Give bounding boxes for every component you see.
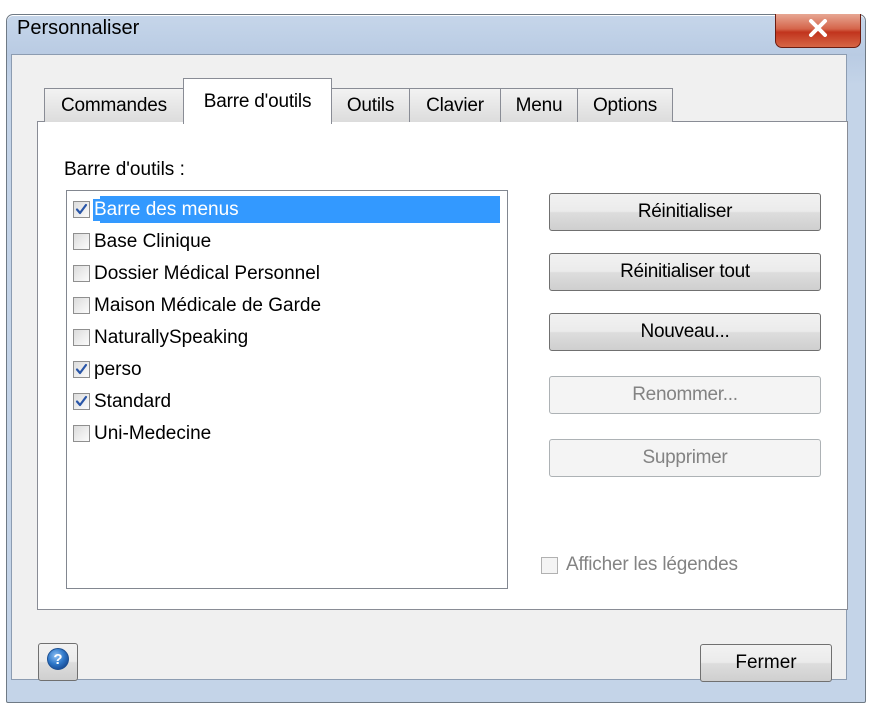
rename-button-label: Renommer... xyxy=(632,384,738,405)
help-icon: ? xyxy=(46,647,70,677)
checkbox-unchecked[interactable] xyxy=(73,425,90,442)
list-item[interactable]: perso xyxy=(73,355,144,384)
reset-all-button[interactable]: Réinitialiser tout xyxy=(549,253,821,291)
checkbox-checked[interactable] xyxy=(73,361,90,378)
reset-all-button-label: Réinitialiser tout xyxy=(620,261,750,282)
list-item[interactable]: Maison Médicale de Garde xyxy=(73,291,323,320)
list-item[interactable]: Base Clinique xyxy=(73,227,213,256)
tab-commandes[interactable]: Commandes xyxy=(44,88,184,122)
show-captions-label: Afficher les légendes xyxy=(566,554,738,575)
list-item-label: Base Clinique xyxy=(94,230,212,252)
svg-text:?: ? xyxy=(53,651,62,668)
delete-button-label: Supprimer xyxy=(642,447,728,468)
list-item[interactable]: Standard xyxy=(73,387,173,416)
checkbox-checked[interactable] xyxy=(73,393,90,410)
tab-label: Commandes xyxy=(61,94,167,116)
show-captions-checkbox[interactable]: Afficher les légendes xyxy=(541,553,738,577)
new-toolbar-button[interactable]: Nouveau... xyxy=(549,313,821,351)
checkbox-unchecked[interactable] xyxy=(73,265,90,282)
tab-label: Clavier xyxy=(426,94,484,116)
toolbars-label: Barre d'outils : xyxy=(64,159,185,180)
tab-label: Outils xyxy=(346,94,395,116)
checkbox-box[interactable] xyxy=(541,556,558,574)
checkbox-checked[interactable] xyxy=(73,201,90,218)
list-item-label: Maison Médicale de Garde xyxy=(94,294,322,316)
list-item-label: Standard xyxy=(94,390,172,412)
delete-button[interactable]: Supprimer xyxy=(549,439,821,477)
help-button[interactable]: ? xyxy=(38,643,78,681)
list-item[interactable]: NaturallySpeaking xyxy=(73,323,250,352)
reset-button-label: Réinitialiser xyxy=(637,201,733,222)
tab-label: Barre d'outils xyxy=(203,91,312,112)
list-item-label: Uni-Medecine xyxy=(94,422,212,444)
checkbox-unchecked[interactable] xyxy=(73,329,90,346)
reset-button[interactable]: Réinitialiser xyxy=(549,193,821,231)
new-toolbar-button-label: Nouveau... xyxy=(640,321,730,342)
close-dialog-button-label: Fermer xyxy=(735,652,797,673)
tab-options[interactable]: Options xyxy=(577,88,673,122)
list-item-label: perso xyxy=(94,358,142,380)
list-item[interactable]: Uni-Medecine xyxy=(73,419,213,448)
tab-label: Menu xyxy=(515,94,563,116)
checkbox-unchecked[interactable] xyxy=(73,233,90,250)
list-item-label: Barre des menus xyxy=(93,198,241,221)
tab-menu[interactable]: Menu xyxy=(500,88,578,122)
list-item[interactable]: Dossier Médical Personnel xyxy=(73,259,322,288)
list-item-label: NaturallySpeaking xyxy=(94,326,249,348)
rename-button[interactable]: Renommer... xyxy=(549,376,821,414)
list-item[interactable]: Barre des menus xyxy=(73,195,241,224)
list-item-label: Dossier Médical Personnel xyxy=(94,262,320,284)
window-title: Personnaliser xyxy=(17,17,140,39)
window-close-button[interactable] xyxy=(775,14,861,48)
checkbox-unchecked[interactable] xyxy=(73,297,90,314)
close-icon xyxy=(808,18,828,43)
toolbars-list-items: Barre des menus Base Clinique Dossier Médi… xyxy=(66,190,508,589)
close-dialog-button[interactable]: Fermer xyxy=(700,644,832,682)
tab-label: Options xyxy=(592,94,658,116)
tab-outils[interactable]: Outils xyxy=(331,88,410,122)
tab-clavier[interactable]: Clavier xyxy=(409,88,501,122)
tab-barre-d-outils[interactable]: Barre d'outils xyxy=(183,78,332,124)
